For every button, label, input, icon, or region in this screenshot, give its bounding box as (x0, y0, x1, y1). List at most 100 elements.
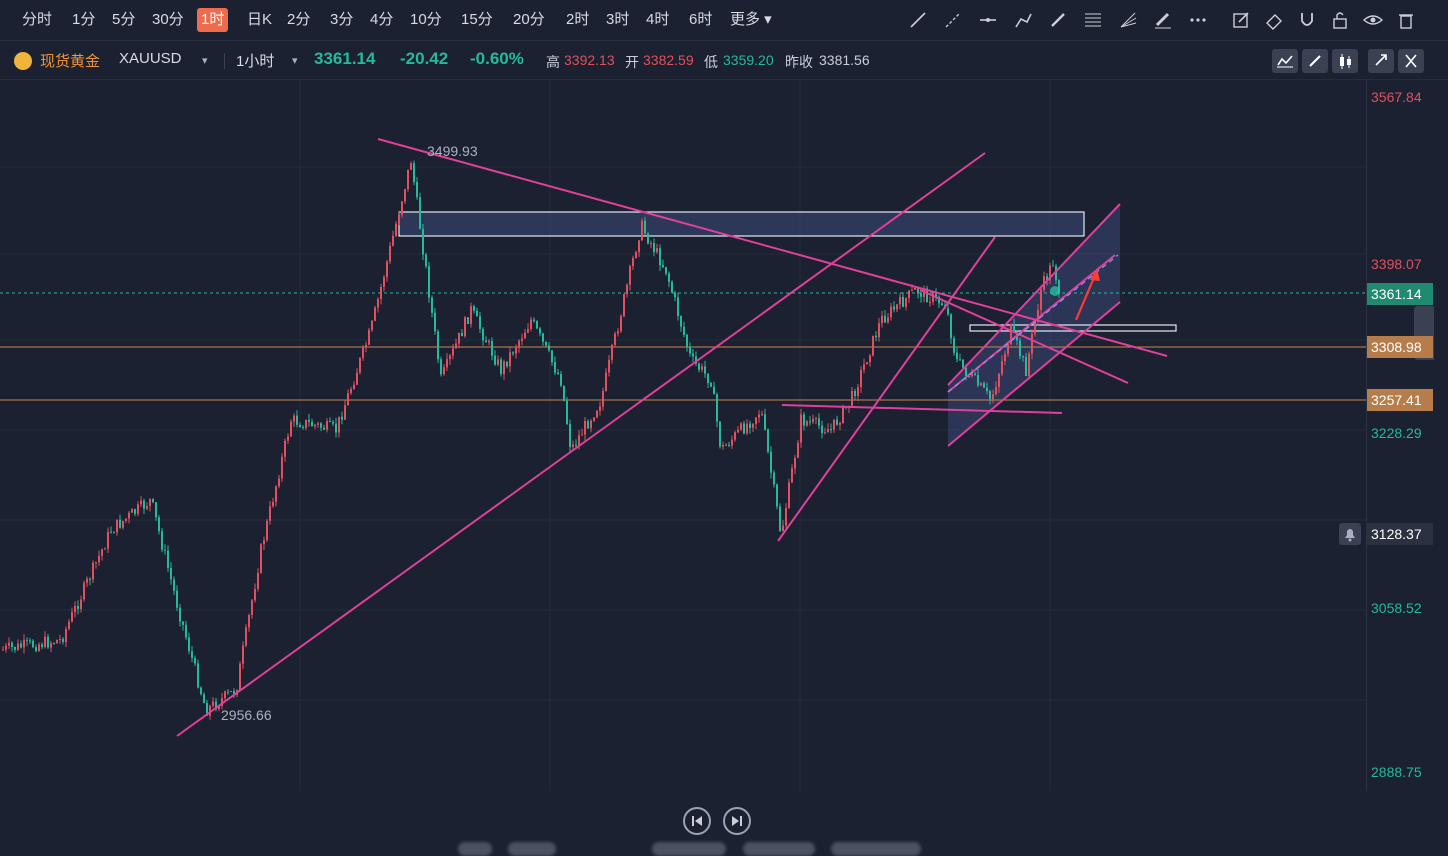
highlighter-icon[interactable] (1152, 9, 1174, 31)
candle-body (950, 314, 952, 339)
candle-body (446, 359, 448, 368)
gold-coin-icon (14, 52, 32, 70)
candle-body (878, 323, 880, 338)
timeframe-0[interactable]: 分时 (18, 8, 56, 32)
timeframe-9[interactable]: 10分 (406, 8, 446, 32)
chart-plot-area[interactable]: 3499.93 2956.66 (0, 80, 1434, 856)
horizontal-line-icon[interactable] (977, 9, 999, 31)
candle-body (773, 472, 775, 485)
draw-pen-icon[interactable] (1302, 49, 1328, 73)
candle-body (818, 418, 820, 426)
timeframe-2[interactable]: 5分 (108, 8, 139, 32)
ray-icon[interactable] (942, 9, 964, 31)
timeframe-7[interactable]: 3分 (326, 8, 357, 32)
candlestick-chart[interactable] (0, 80, 1366, 791)
candle-body (986, 387, 988, 392)
price-axis-label: 3567.84 (1371, 89, 1422, 105)
symbol-name[interactable]: 现货黄金 (40, 50, 100, 71)
scroll-forward-button[interactable] (723, 807, 751, 835)
interval-select[interactable]: 1小时 (236, 50, 274, 71)
candle-body (407, 169, 409, 190)
candle-body (89, 578, 91, 580)
close-icon[interactable] (1398, 49, 1424, 73)
candle-body (272, 502, 274, 507)
indicator-icon[interactable] (1272, 49, 1298, 73)
candle-body (842, 405, 844, 423)
symbol-code[interactable]: XAUUSD (119, 50, 182, 67)
candle-body (740, 423, 742, 430)
candle-body (689, 346, 691, 354)
symbol-dropdown-icon[interactable]: ▾ (202, 54, 208, 67)
magnet-icon[interactable] (1296, 9, 1318, 31)
candle-body (791, 468, 793, 483)
eraser-icon[interactable] (1263, 9, 1285, 31)
timeframe-1[interactable]: 1分 (68, 8, 99, 32)
candle-body (788, 482, 790, 509)
scroll-back-button[interactable] (683, 807, 711, 835)
candle-body (752, 423, 754, 428)
interval-dropdown-icon[interactable]: ▾ (292, 54, 298, 67)
bell-icon[interactable] (1339, 523, 1361, 545)
candle-body (761, 414, 763, 416)
timeframe-5[interactable]: 日K (243, 8, 276, 32)
timeframe-16[interactable]: 更多 ▾ (726, 8, 776, 32)
trend-line (176, 152, 986, 737)
candle-body (737, 429, 739, 433)
candle-body (1007, 344, 1009, 354)
trend-line-icon[interactable] (907, 9, 929, 31)
candle-body (734, 432, 736, 440)
candle-body (248, 615, 250, 628)
candle-body (644, 220, 646, 234)
candle-body (1013, 324, 1015, 332)
candle-body (26, 639, 28, 641)
timeframe-8[interactable]: 4分 (366, 8, 397, 32)
candle-body (521, 338, 523, 341)
trend-line (781, 404, 1063, 414)
timeframe-6[interactable]: 2分 (283, 8, 314, 32)
timeframe-14[interactable]: 4时 (642, 8, 673, 32)
trash-icon[interactable] (1395, 9, 1417, 31)
candle-body (914, 287, 916, 290)
candle-body (491, 340, 493, 356)
candle-body (299, 424, 301, 428)
candle-body (287, 436, 289, 441)
candle-body (119, 519, 121, 528)
candle-body (713, 386, 715, 395)
candle-body (254, 589, 256, 601)
candle-body (239, 663, 241, 691)
brush-icon[interactable] (1047, 9, 1069, 31)
more-dots-icon[interactable] (1187, 9, 1209, 31)
candle-body (608, 359, 610, 373)
candle-body (365, 344, 367, 347)
eye-icon[interactable] (1362, 9, 1384, 31)
timeframe-10[interactable]: 15分 (457, 8, 497, 32)
candle-body (809, 421, 811, 423)
timeframe-4[interactable]: 1时 (197, 8, 229, 32)
path-icon[interactable] (1012, 9, 1034, 31)
fibonacci-icon[interactable] (1082, 9, 1104, 31)
candle-body (281, 456, 283, 479)
candle-body (599, 406, 601, 411)
price-axis[interactable]: 3567.84 3398.07 3228.29 3058.52 2888.75 3361… (1339, 80, 1448, 791)
candle-body (329, 421, 331, 423)
lock-icon[interactable] (1329, 9, 1351, 31)
fullscreen-icon[interactable] (1368, 49, 1394, 73)
fan-icon[interactable] (1117, 9, 1139, 31)
candle-body (989, 391, 991, 400)
timeframe-11[interactable]: 20分 (509, 8, 549, 32)
blurred-watermark (831, 842, 921, 856)
candle-type-icon[interactable] (1332, 49, 1358, 73)
note-edit-icon[interactable] (1230, 9, 1252, 31)
timeframe-15[interactable]: 6时 (685, 8, 716, 32)
candle-body (422, 228, 424, 255)
candle-body (443, 367, 445, 375)
candle-body (617, 331, 619, 334)
timeframe-13[interactable]: 3时 (602, 8, 633, 32)
candle-body (359, 357, 361, 373)
candle-body (572, 444, 574, 448)
candle-body (1025, 356, 1027, 377)
timeframe-3[interactable]: 30分 (148, 8, 188, 32)
candle-body (782, 525, 784, 531)
candle-body (179, 607, 181, 622)
timeframe-12[interactable]: 2时 (562, 8, 593, 32)
